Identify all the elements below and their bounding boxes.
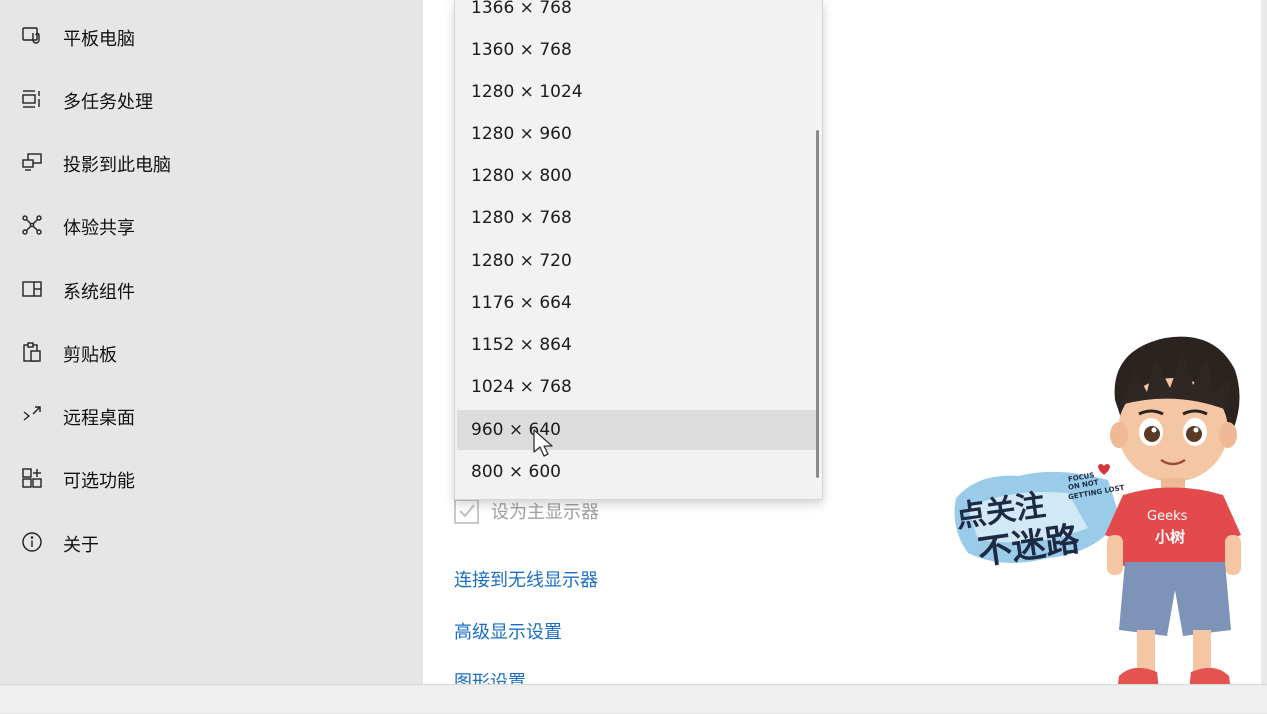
sidebar-item-label: 远程桌面: [63, 408, 135, 429]
sidebar-item-tablet[interactable]: 平板电脑: [4, 12, 423, 62]
optional-features-icon: [20, 466, 44, 490]
project-icon: [20, 150, 44, 174]
sidebar-item-label: 平板电脑: [63, 29, 135, 50]
sidebar-item-label: 可选功能: [63, 471, 135, 492]
sidebar-item-label: 投影到此电脑: [63, 155, 171, 176]
resolution-option[interactable]: 1280 × 720: [457, 241, 819, 281]
shirt-text-2: 小树: [1155, 528, 1185, 546]
sidebar-item-optional-features[interactable]: 可选功能: [4, 454, 423, 504]
resolution-option-selected[interactable]: 960 × 640: [457, 410, 819, 450]
sidebar: 平板电脑 多任务处理 投影到此电脑 体验共享 系统组件 剪贴板 远程桌面 可选功…: [4, 0, 423, 684]
primary-display-row[interactable]: 设为主显示器: [454, 496, 599, 526]
sidebar-item-label: 系统组件: [63, 282, 135, 303]
mouse-cursor-icon: [531, 428, 565, 462]
sidebar-item-label: 剪贴板: [63, 345, 117, 366]
multitasking-icon: [20, 87, 44, 111]
resolution-option[interactable]: 1280 × 768: [457, 198, 819, 238]
resolution-option[interactable]: 1280 × 960: [457, 114, 819, 154]
taskbar-strip: [0, 684, 1267, 713]
components-icon: [20, 277, 44, 301]
sidebar-item-label: 体验共享: [63, 218, 135, 239]
settings-window: 平板电脑 多任务处理 投影到此电脑 体验共享 系统组件 剪贴板 远程桌面 可选功…: [0, 0, 1267, 694]
primary-display-label: 设为主显示器: [491, 502, 599, 523]
resolution-option[interactable]: 1152 × 864: [457, 325, 819, 365]
sidebar-item-remote-desktop[interactable]: 远程桌面: [4, 391, 423, 441]
sidebar-item-project[interactable]: 投影到此电脑: [4, 138, 423, 188]
resolution-option[interactable]: 1360 × 768: [457, 30, 819, 70]
remote-desktop-icon: [20, 403, 44, 427]
wireless-display-link[interactable]: 连接到无线显示器: [454, 566, 598, 592]
sidebar-item-components[interactable]: 系统组件: [4, 265, 423, 315]
sidebar-item-label: 多任务处理: [63, 92, 153, 113]
resolution-option[interactable]: 1024 × 768: [457, 367, 819, 407]
sidebar-item-share[interactable]: 体验共享: [4, 201, 423, 251]
primary-display-checkbox[interactable]: [454, 498, 479, 524]
resolution-dropdown[interactable]: 1366 × 768 1360 × 768 1280 × 1024 1280 ×…: [454, 0, 823, 500]
resolution-option[interactable]: 1280 × 800: [457, 156, 819, 196]
sidebar-item-clipboard[interactable]: 剪贴板: [4, 328, 423, 378]
advanced-display-link[interactable]: 高级显示设置: [454, 618, 562, 644]
sidebar-item-about[interactable]: 关于: [4, 518, 423, 568]
tablet-icon: [20, 24, 44, 48]
share-icon: [20, 213, 44, 237]
sidebar-item-label: 关于: [63, 535, 99, 556]
dropdown-scrollbar[interactable]: [816, 130, 819, 478]
info-icon: [20, 530, 44, 554]
graphics-settings-link[interactable]: 图形设置: [454, 668, 526, 684]
resolution-option[interactable]: 1176 × 664: [457, 283, 819, 323]
sidebar-item-multitasking[interactable]: 多任务处理: [4, 75, 423, 125]
cartoon-character-image: Geeks 小树: [1095, 330, 1255, 710]
resolution-option[interactable]: 1280 × 1024: [457, 72, 819, 112]
resolution-option[interactable]: 1366 × 768: [457, 0, 819, 28]
window-edge: [1261, 0, 1267, 684]
shirt-text-1: Geeks: [1147, 509, 1188, 524]
clipboard-icon: [20, 340, 44, 364]
resolution-option[interactable]: 800 × 600: [457, 452, 819, 492]
